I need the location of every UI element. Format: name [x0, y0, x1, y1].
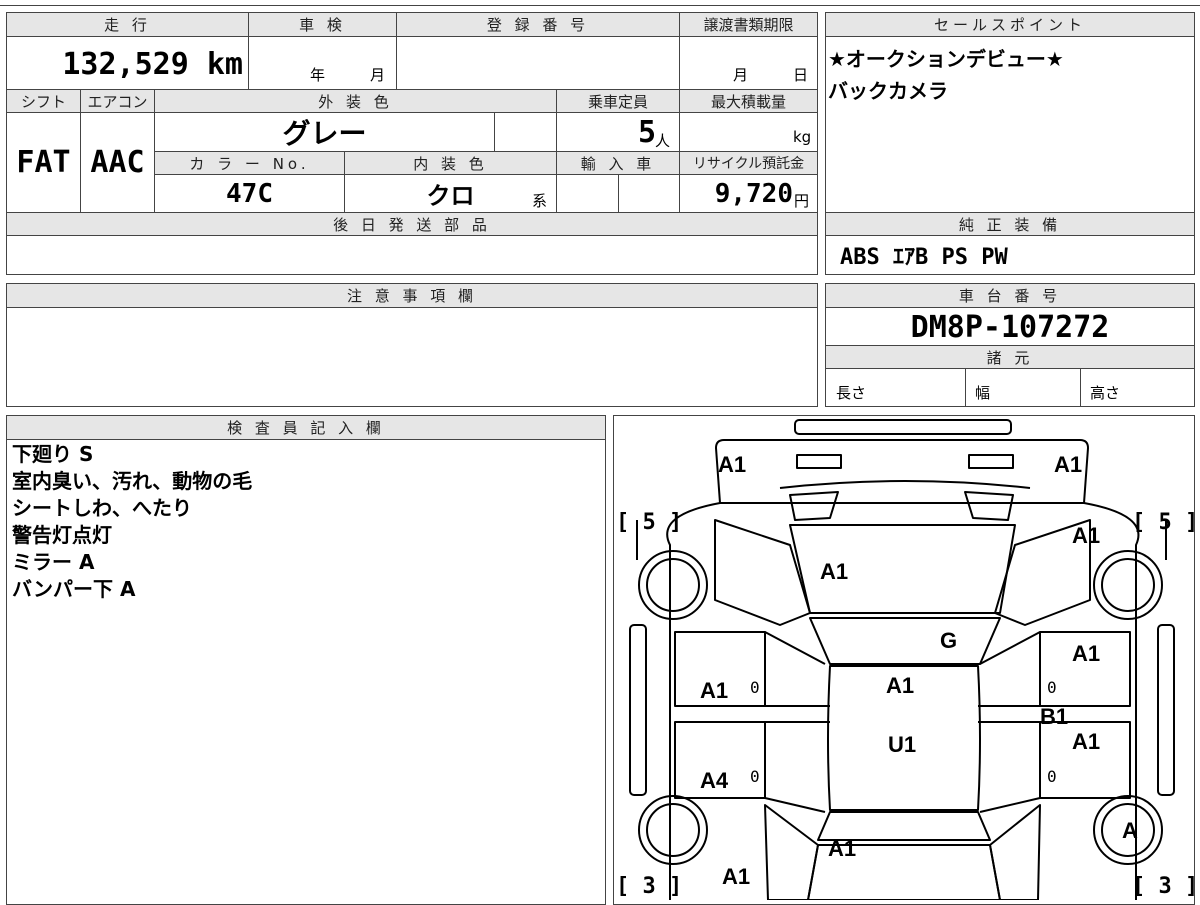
shift-header: シフト: [7, 89, 80, 113]
tire-tread-front-left: [ 5 ]: [616, 510, 683, 535]
sales-point-2: バックカメラ: [828, 79, 948, 103]
inspector-notes-header: 検 査 員 記 入 欄: [7, 416, 605, 440]
capacity-value: 5: [556, 113, 656, 151]
sales-point-1: ★オークションデビュー★: [828, 47, 1064, 71]
inspection-month-unit: 月: [370, 66, 386, 84]
specs-header: 諸 元: [826, 345, 1194, 369]
genuine-equipment-header: 純 正 装 備: [826, 212, 1194, 236]
damage-right-rear-wheel: A: [1122, 818, 1138, 843]
spec-length-label: 長さ: [836, 384, 867, 402]
exterior-color-value: グレー: [154, 113, 494, 151]
damage-left-rear-fender: A1: [722, 864, 751, 889]
later-parts-header: 後 日 発 送 部 品: [7, 212, 817, 236]
damage-right-side-mid: B1: [1040, 704, 1069, 729]
capacity-header: 乗車定員: [556, 89, 679, 113]
registration-cell: [396, 37, 679, 89]
recycle-value: 9,720: [679, 175, 793, 212]
max-load-unit: kg: [793, 128, 812, 146]
interior-color-suffix: 系: [532, 192, 548, 210]
damage-front-bumper-right: A1: [1054, 452, 1083, 477]
sales-points-header: セールスポイント: [826, 13, 1194, 37]
damage-right-rear-door: A1: [1072, 729, 1101, 754]
recycle-unit: 円: [794, 192, 810, 210]
aircon-value: AAC: [80, 113, 154, 212]
inspection-header: 車 検: [248, 13, 396, 37]
genuine-equipment-value: ABS ｴｱB PS PW: [840, 245, 1008, 270]
mark-left-front: 0: [750, 678, 760, 697]
max-load-header: 最大積載量: [679, 89, 817, 113]
mark-right-front: 0: [1047, 678, 1057, 697]
exterior-color-header: 外 装 色: [154, 89, 556, 113]
inspector-note-6: バンパー下 A: [12, 577, 136, 601]
damage-windshield: G: [940, 628, 958, 653]
chassis-header: 車 台 番 号: [826, 284, 1194, 308]
damage-right-front-door: A1: [1072, 641, 1101, 666]
exterior-color-extra-cell: [494, 113, 556, 151]
aircon-header: エアコン: [80, 89, 154, 113]
damage-right-front-fender: A1: [1072, 523, 1101, 548]
inspector-note-5: ミラー A: [12, 550, 95, 574]
damage-left-front-door: A1: [700, 678, 729, 703]
damage-tailgate: A1: [828, 836, 857, 861]
mileage-header: 走 行: [7, 13, 248, 37]
inspector-note-2: 室内臭い、汚れ、動物の毛: [12, 469, 253, 493]
damage-roof: A1: [886, 673, 915, 698]
damage-left-rear-door: A4: [700, 768, 729, 793]
inspection-year-unit: 年: [310, 66, 326, 84]
registration-header: 登 録 番 号: [396, 13, 679, 37]
color-no-header: カ ラ ー No.: [154, 151, 344, 175]
caution-header: 注 意 事 項 欄: [7, 284, 817, 308]
mark-right-rear: 0: [1047, 767, 1057, 786]
spec-height-label: 高さ: [1090, 384, 1121, 402]
import-header: 輸 入 車: [556, 151, 679, 175]
car-outline-diagram: [629, 419, 1175, 900]
inspector-note-3: シートしわ、へたり: [12, 496, 192, 520]
interior-color-header: 内 装 色: [344, 151, 556, 175]
mark-left-rear: 0: [750, 767, 760, 786]
import-cell-2: [618, 175, 679, 212]
interior-color-value: クロ: [344, 175, 556, 212]
recycle-header: リサイクル預託金: [679, 151, 817, 175]
mileage-value: 132,529 km: [62, 46, 243, 82]
tire-tread-rear-right: [ 3 ]: [1132, 874, 1199, 899]
shift-value: FAT: [16, 145, 71, 180]
spec-width-cell: [965, 369, 966, 406]
tire-tread-rear-left: [ 3 ]: [616, 874, 683, 899]
deadline-month-unit: 月: [733, 66, 749, 84]
tire-tread-front-right: [ 5 ]: [1132, 510, 1199, 535]
inspector-note-4: 警告灯点灯: [12, 523, 112, 547]
inspector-note-1: 下廻り S: [12, 442, 94, 466]
capacity-unit: 人: [655, 132, 671, 150]
chassis-number: DM8P-107272: [910, 309, 1110, 345]
spec-width-label: 幅: [975, 384, 991, 402]
top-cutoff-strip: [0, 0, 1200, 6]
deadline-day-unit: 日: [793, 66, 809, 84]
damage-hood: A1: [820, 559, 849, 584]
transfer-deadline-header: 譲渡書類期限: [679, 13, 817, 37]
color-no-value: 47C: [154, 175, 344, 212]
damage-front-bumper-left: A1: [718, 452, 747, 477]
spec-height-cell: [1080, 369, 1081, 406]
import-cell-1: [556, 175, 618, 212]
damage-roof-rear: U1: [888, 732, 917, 757]
